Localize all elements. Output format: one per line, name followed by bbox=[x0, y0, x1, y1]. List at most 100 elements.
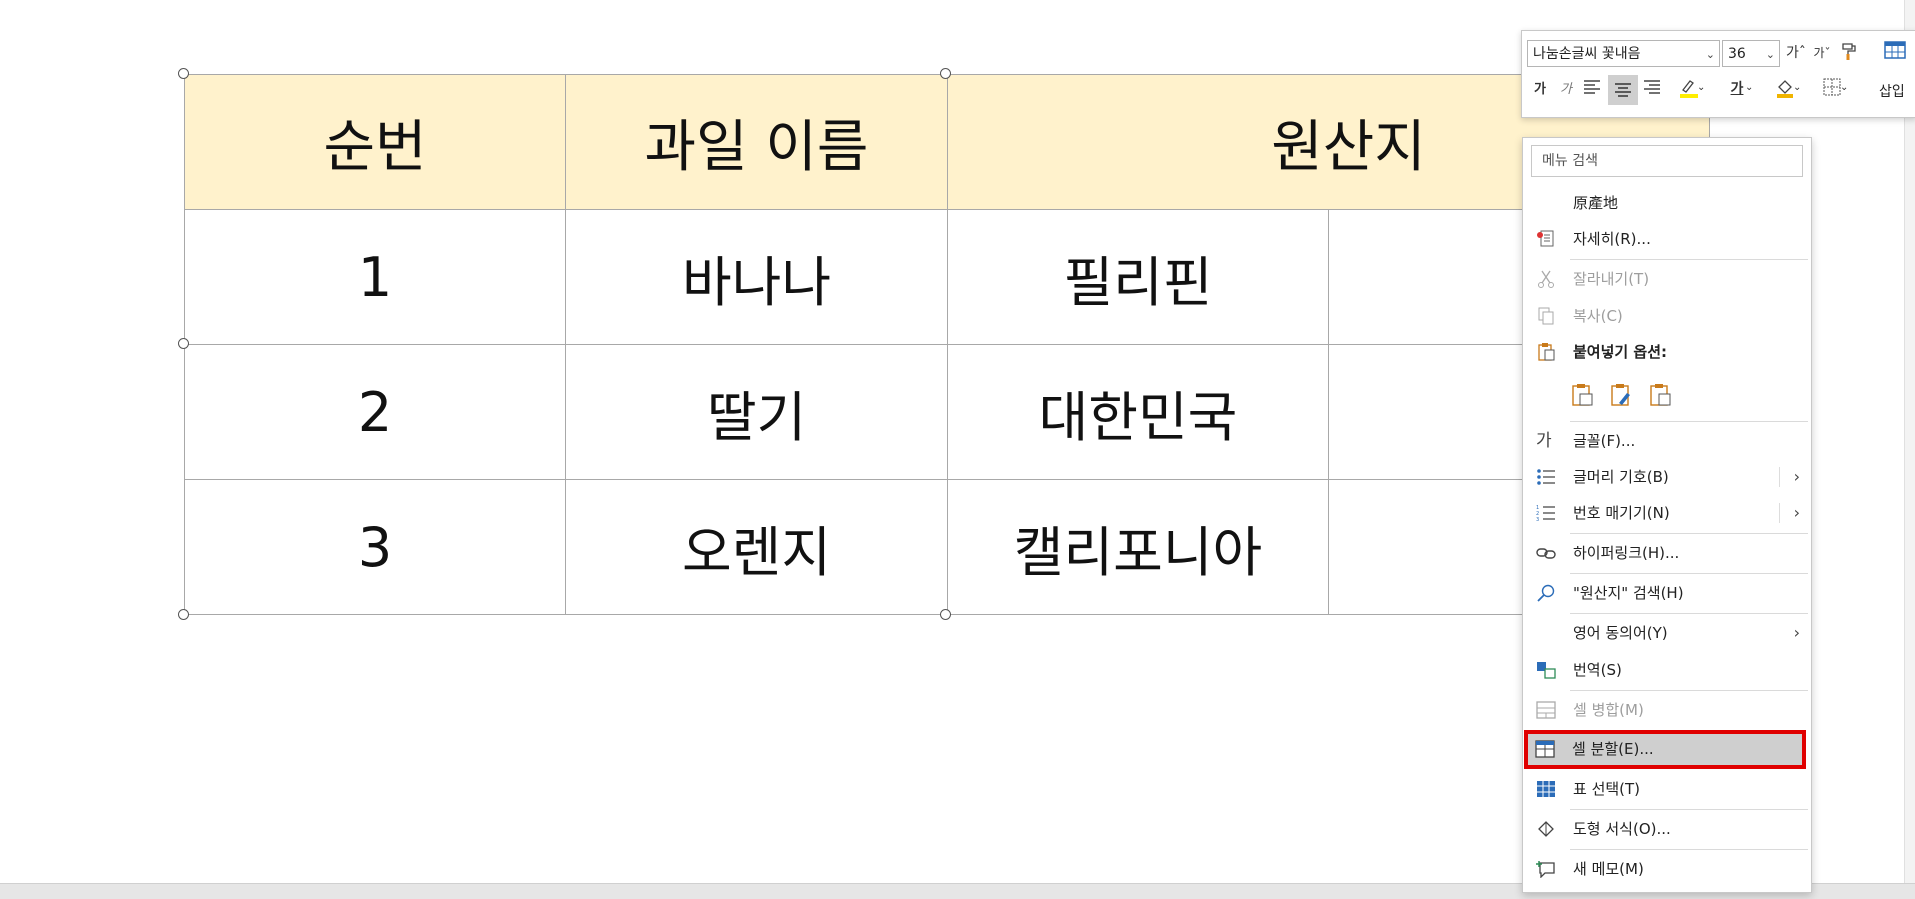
format-painter-icon bbox=[1842, 43, 1856, 60]
align-right-icon bbox=[1644, 80, 1660, 94]
paste-text-only-icon[interactable] bbox=[1648, 383, 1672, 407]
chevron-right-icon: › bbox=[1793, 623, 1800, 642]
italic-button[interactable]: 가 bbox=[1555, 79, 1577, 101]
paint-bucket-icon bbox=[1777, 80, 1793, 98]
menu-item-select-table[interactable]: 표 선택(T) bbox=[1524, 772, 1810, 806]
bold-button[interactable]: 가 bbox=[1529, 79, 1551, 101]
resize-handle-bottom-middle[interactable] bbox=[940, 609, 951, 620]
chevron-down-icon: ⌄ bbox=[1793, 82, 1802, 93]
align-center-icon bbox=[1615, 83, 1631, 97]
borders-button[interactable]: ⌄ bbox=[1812, 77, 1852, 103]
format-painter-button[interactable] bbox=[1838, 42, 1860, 68]
chevron-right-icon: › bbox=[1793, 467, 1800, 486]
menu-separator bbox=[1570, 259, 1808, 260]
font-color-button[interactable]: 가 ⌄ bbox=[1717, 77, 1757, 100]
table-cell[interactable]: 바나나 bbox=[565, 209, 948, 345]
numbering-icon: 123 bbox=[1536, 505, 1555, 522]
borders-icon bbox=[1823, 78, 1841, 96]
chevron-down-icon: ⌄ bbox=[1705, 48, 1715, 61]
menu-separator bbox=[1570, 533, 1808, 534]
menu-item-split-cells-highlighted[interactable]: 셀 분할(E)... bbox=[1523, 732, 1809, 766]
paste-use-destination-theme-icon[interactable] bbox=[1570, 383, 1594, 407]
chevron-down-icon: ⌄ bbox=[1745, 82, 1754, 93]
resize-handle-top-middle[interactable] bbox=[940, 68, 951, 79]
table-cell[interactable]: 캘리포니아 bbox=[947, 479, 1329, 615]
menu-item-new-comment[interactable]: 새 메모(M) bbox=[1524, 852, 1810, 886]
menu-separator bbox=[1570, 573, 1808, 574]
chevron-down-icon: ⌄ bbox=[1765, 48, 1775, 61]
menu-search-input[interactable]: 메뉴 검색 bbox=[1531, 145, 1803, 177]
clipboard-icon bbox=[1538, 343, 1555, 361]
table-header-row: 순번 과일 이름 원산지 bbox=[184, 74, 1710, 210]
translate-icon bbox=[1537, 662, 1556, 679]
menu-item-details[interactable]: 자세히(R)... bbox=[1524, 222, 1810, 256]
table-cell[interactable]: 딸기 bbox=[565, 344, 948, 480]
menu-item-cut[interactable]: 잘라내기(T) bbox=[1524, 262, 1810, 296]
merge-cells-icon bbox=[1536, 701, 1556, 719]
font-size-value: 36 bbox=[1728, 46, 1746, 62]
align-center-button[interactable] bbox=[1608, 75, 1638, 105]
chevron-down-icon: ⌄ bbox=[1840, 82, 1849, 93]
table-cell[interactable]: 1 bbox=[184, 209, 566, 345]
chevron-down-icon: ⌄ bbox=[1697, 82, 1706, 93]
smart-lookup-icon bbox=[1537, 584, 1555, 602]
resize-handle-top-left[interactable] bbox=[178, 68, 189, 79]
table-row: 2 딸기 대한민국 bbox=[184, 344, 1710, 480]
menu-item-font[interactable]: 가 글꼴(F)... bbox=[1524, 424, 1810, 458]
table-cell[interactable]: 필리핀 bbox=[947, 209, 1329, 345]
resize-handle-middle-left[interactable] bbox=[178, 338, 189, 349]
fruit-table[interactable]: 순번 과일 이름 원산지 1 바나나 필리핀 2 딸기 대한민국 3 오렌지 캘… bbox=[184, 74, 1710, 615]
select-table-icon bbox=[1537, 781, 1555, 797]
table-row: 1 바나나 필리핀 bbox=[184, 209, 1710, 345]
scissors-icon bbox=[1538, 270, 1554, 288]
resize-handle-bottom-left[interactable] bbox=[178, 609, 189, 620]
shape-fill-button[interactable]: ⌄ bbox=[1765, 77, 1805, 105]
table-cell[interactable]: 2 bbox=[184, 344, 566, 480]
font-color-glyph: 가 bbox=[1730, 81, 1744, 97]
format-shape-icon bbox=[1538, 821, 1554, 837]
font-size-select[interactable]: 36 ⌄ bbox=[1722, 40, 1780, 67]
svg-text:3: 3 bbox=[1536, 517, 1539, 522]
menu-item-format-shape[interactable]: 도형 서식(O)... bbox=[1524, 812, 1810, 846]
align-right-button[interactable] bbox=[1640, 79, 1664, 101]
menu-item-search[interactable]: "원산지" 검색(H) bbox=[1524, 576, 1810, 610]
table-grid-icon bbox=[1884, 41, 1906, 59]
font-name-select[interactable]: 나눔손글씨 꽃내음 ⌄ bbox=[1527, 40, 1720, 67]
align-left-button[interactable] bbox=[1580, 79, 1604, 101]
vertical-scrollbar[interactable] bbox=[1904, 0, 1915, 883]
menu-item-numbering[interactable]: 123 번호 매기기(N) › bbox=[1524, 496, 1810, 530]
insert-table-button[interactable] bbox=[1879, 40, 1911, 66]
table-cell[interactable]: 대한민국 bbox=[947, 344, 1329, 480]
menu-separator bbox=[1570, 690, 1808, 691]
menu-item-synonyms[interactable]: 영어 동의어(Y) › bbox=[1524, 616, 1810, 650]
table-cell[interactable]: 3 bbox=[184, 479, 566, 615]
menu-item-hanja-origin[interactable]: 原產地 bbox=[1524, 186, 1810, 220]
menu-item-hyperlink[interactable]: 하이퍼링크(H)... bbox=[1524, 536, 1810, 570]
copy-icon bbox=[1538, 307, 1554, 325]
header-cell-fruit-name[interactable]: 과일 이름 bbox=[565, 74, 948, 210]
menu-item-merge-cells[interactable]: 셀 병합(M) bbox=[1524, 693, 1810, 727]
link-icon bbox=[1536, 548, 1556, 559]
font-name-value: 나눔손글씨 꽃내음 bbox=[1533, 46, 1641, 62]
menu-item-translate[interactable]: 번역(S) bbox=[1524, 653, 1810, 687]
menu-separator bbox=[1570, 421, 1808, 422]
menu-item-paste-options: 붙여넣기 옵션: bbox=[1524, 335, 1810, 369]
split-cells-icon bbox=[1535, 740, 1555, 758]
context-menu: 메뉴 검색 原產地 자세히(R)... 잘라내기(T) 복사(C) 붙여넣기 옵… bbox=[1522, 137, 1812, 893]
menu-item-bullets[interactable]: 글머리 기호(B) › bbox=[1524, 460, 1810, 494]
bullets-icon bbox=[1537, 469, 1555, 485]
align-left-icon bbox=[1584, 80, 1600, 94]
menu-item-copy[interactable]: 복사(C) bbox=[1524, 299, 1810, 333]
chevron-right-icon: › bbox=[1793, 503, 1800, 522]
shrink-font-button[interactable]: 가ˇ bbox=[1811, 42, 1833, 64]
paste-keep-source-formatting-icon[interactable] bbox=[1609, 383, 1633, 407]
details-icon bbox=[1537, 230, 1554, 247]
insert-label[interactable]: 삽입 bbox=[1879, 81, 1905, 101]
menu-separator bbox=[1570, 613, 1808, 614]
font-icon: 가 bbox=[1536, 431, 1552, 451]
header-cell-number[interactable]: 순번 bbox=[184, 74, 566, 210]
new-comment-icon bbox=[1536, 861, 1555, 878]
table-cell[interactable]: 오렌지 bbox=[565, 479, 948, 615]
highlight-color-button[interactable]: ⌄ bbox=[1669, 77, 1709, 105]
grow-font-button[interactable]: 가ˆ bbox=[1784, 42, 1808, 64]
